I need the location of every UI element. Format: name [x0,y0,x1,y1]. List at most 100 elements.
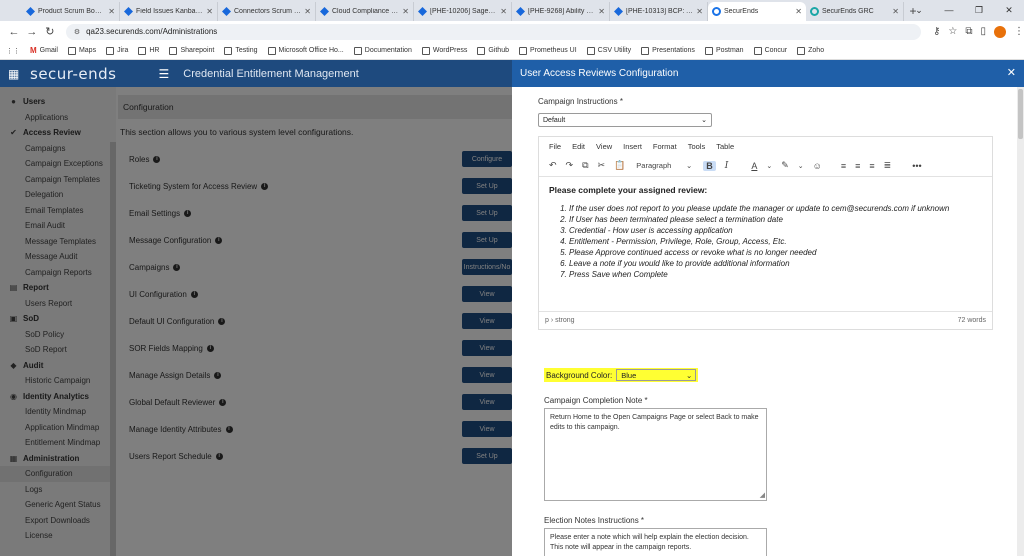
bookmark-item[interactable]: Sharepoint [169,46,215,55]
bookmark-favicon-icon [224,46,233,55]
bookmark-item[interactable]: Microsoft Office Ho... [267,46,344,55]
tab-close-icon[interactable]: ✕ [795,7,802,16]
browser-tab[interactable]: Field Issues Kanban Boa✕ [120,2,218,21]
browser-tab[interactable]: SecurEnds GRC ✕ [806,2,904,21]
highlight-color-icon[interactable]: ✎ [781,160,789,171]
emoji-icon[interactable]: ☺ [813,161,822,171]
tab-close-icon[interactable]: ✕ [402,7,409,16]
undo-icon[interactable]: ↶ [549,160,557,171]
browser-tab[interactable]: SecurEnds ✕ [708,2,806,21]
list-item: If the user does not report to you pleas… [569,203,982,214]
bookmark-star-icon[interactable]: ☆ [948,26,957,37]
align-center-icon[interactable]: ≡ [855,161,860,171]
bookmark-item[interactable]: Presentations [641,46,695,55]
profile-avatar[interactable] [994,25,1007,38]
align-justify-icon[interactable]: ≣ [884,160,892,171]
tab-close-icon[interactable]: ✕ [500,7,507,16]
reload-icon[interactable]: ↻ [44,25,56,38]
tab-close-icon[interactable]: ✕ [696,7,703,16]
close-icon[interactable]: ✕ [1007,66,1016,79]
text-color-icon[interactable]: A [751,161,757,171]
bookmark-favicon-icon [67,46,76,55]
browser-menu-icon[interactable]: ⋮ [1014,26,1024,37]
list-item: Entitlement - Permission, Privilege, Rol… [569,236,982,247]
browser-tab[interactable]: [PHE-9268] Ability to cr ✕ [512,2,610,21]
paragraph-style-select[interactable]: Paragraph ⌄ [634,159,694,173]
election-notes-textarea[interactable]: Please enter a note which will help expl… [544,528,767,556]
editor-menu-table[interactable]: Table [716,142,734,151]
brand-logo: secur-ends [30,64,117,83]
password-key-icon[interactable]: ⚷ [933,26,940,37]
browser-tab[interactable]: Connectors Scrum Boar ✕ [218,2,316,21]
site-info-icon[interactable]: ⚙ [74,28,80,36]
browser-tab[interactable]: Product Scrum Board - ✕ [22,2,120,21]
resize-handle-icon[interactable]: ◢ [760,491,765,501]
editor-menu-insert[interactable]: Insert [623,142,642,151]
modal-scrollbar[interactable] [1017,87,1024,556]
tab-close-icon[interactable]: ✕ [304,7,311,16]
tab-title: [PHE-10206] Sagen - W [430,8,497,15]
tab-close-icon[interactable]: ✕ [892,7,899,16]
bookmark-item[interactable]: Github [477,46,509,55]
hamburger-menu-icon[interactable]: ☰ [159,67,170,81]
completion-note-textarea[interactable]: Return Home to the Open Campaigns Page o… [544,408,767,501]
align-left-icon[interactable]: ≡ [841,161,846,171]
bookmark-item[interactable]: M Gmail [30,46,58,55]
editor-menu-format[interactable]: Format [653,142,677,151]
chevron-down-icon[interactable]: ⌄ [798,162,804,170]
bookmark-item[interactable]: HR [138,46,159,55]
bookmark-label: Jira [117,47,129,54]
tab-search-icon[interactable]: ⌄ [904,0,934,20]
browser-tab[interactable]: [PHE-10206] Sagen - W✕ [414,2,512,21]
url-field[interactable]: ⚙ qa23.securends.com/Administrations [65,23,922,40]
bookmark-item[interactable]: WordPress [421,46,467,55]
bookmark-label: Concur [764,47,788,54]
list-item: If User has been terminated please selec… [569,214,982,225]
more-icon[interactable]: ••• [912,161,921,171]
apps-grid-icon[interactable]: ▦ [8,67,28,81]
bookmark-item[interactable]: Maps [67,46,97,55]
redo-icon[interactable]: ↷ [566,160,574,171]
copy-icon[interactable]: ⧉ [582,160,588,171]
bookmark-item[interactable]: Postman [704,46,744,55]
extensions-icon[interactable]: ⧉ [965,26,972,37]
cut-icon[interactable]: ✂ [598,160,606,171]
bookmark-item[interactable]: Documentation [353,46,412,55]
bookmark-item[interactable]: Jira [106,46,129,55]
tab-close-icon[interactable]: ✕ [206,7,213,16]
back-icon[interactable]: ← [8,26,20,38]
chevron-down-icon[interactable]: ⌄ [766,162,772,170]
bookmark-item[interactable]: Prometheus UI [518,46,577,55]
modal-backdrop[interactable] [0,87,512,556]
tab-close-icon[interactable]: ✕ [598,7,605,16]
scrollbar-thumb[interactable] [1018,89,1023,139]
maximize-icon[interactable]: ❐ [964,0,994,20]
jira-favicon-icon [320,7,329,16]
bookmark-label: Maps [78,47,97,54]
editor-menu-file[interactable]: File [549,142,561,151]
forward-icon[interactable]: → [26,26,38,38]
bookmark-item[interactable]: Concur [753,46,788,55]
italic-button[interactable]: I [725,161,729,171]
minimize-icon[interactable]: — [934,0,964,20]
editor-menu-view[interactable]: View [596,142,612,151]
browser-tab[interactable]: [PHE-10313] BCP: Add S✕ [610,2,708,21]
paste-icon[interactable]: 📋 [614,160,625,171]
editor-menu-tools[interactable]: Tools [688,142,706,151]
bookmark-label: Sharepoint [180,47,215,54]
template-select[interactable]: Default ⌄ [538,113,712,127]
editor-content[interactable]: Please complete your assigned review: If… [539,177,992,311]
background-color-select[interactable]: Blue ⌄ [616,369,697,381]
editor-menu-edit[interactable]: Edit [572,142,585,151]
browser-tab[interactable]: Cloud Compliance - Ag ✕ [316,2,414,21]
bookmark-label: Postman [715,47,744,54]
close-window-icon[interactable]: ✕ [994,0,1024,20]
bookmark-item[interactable]: Testing [224,46,258,55]
tab-close-icon[interactable]: ✕ [108,7,115,16]
apps-launcher-icon[interactable]: ⋮⋮ [6,47,20,55]
align-right-icon[interactable]: ≡ [869,161,874,171]
sidepanel-icon[interactable]: ▯ [981,26,987,37]
bold-button[interactable]: B [703,160,716,171]
bookmark-item[interactable]: CSV Utility [586,46,631,55]
bookmark-item[interactable]: Zoho [797,46,824,55]
